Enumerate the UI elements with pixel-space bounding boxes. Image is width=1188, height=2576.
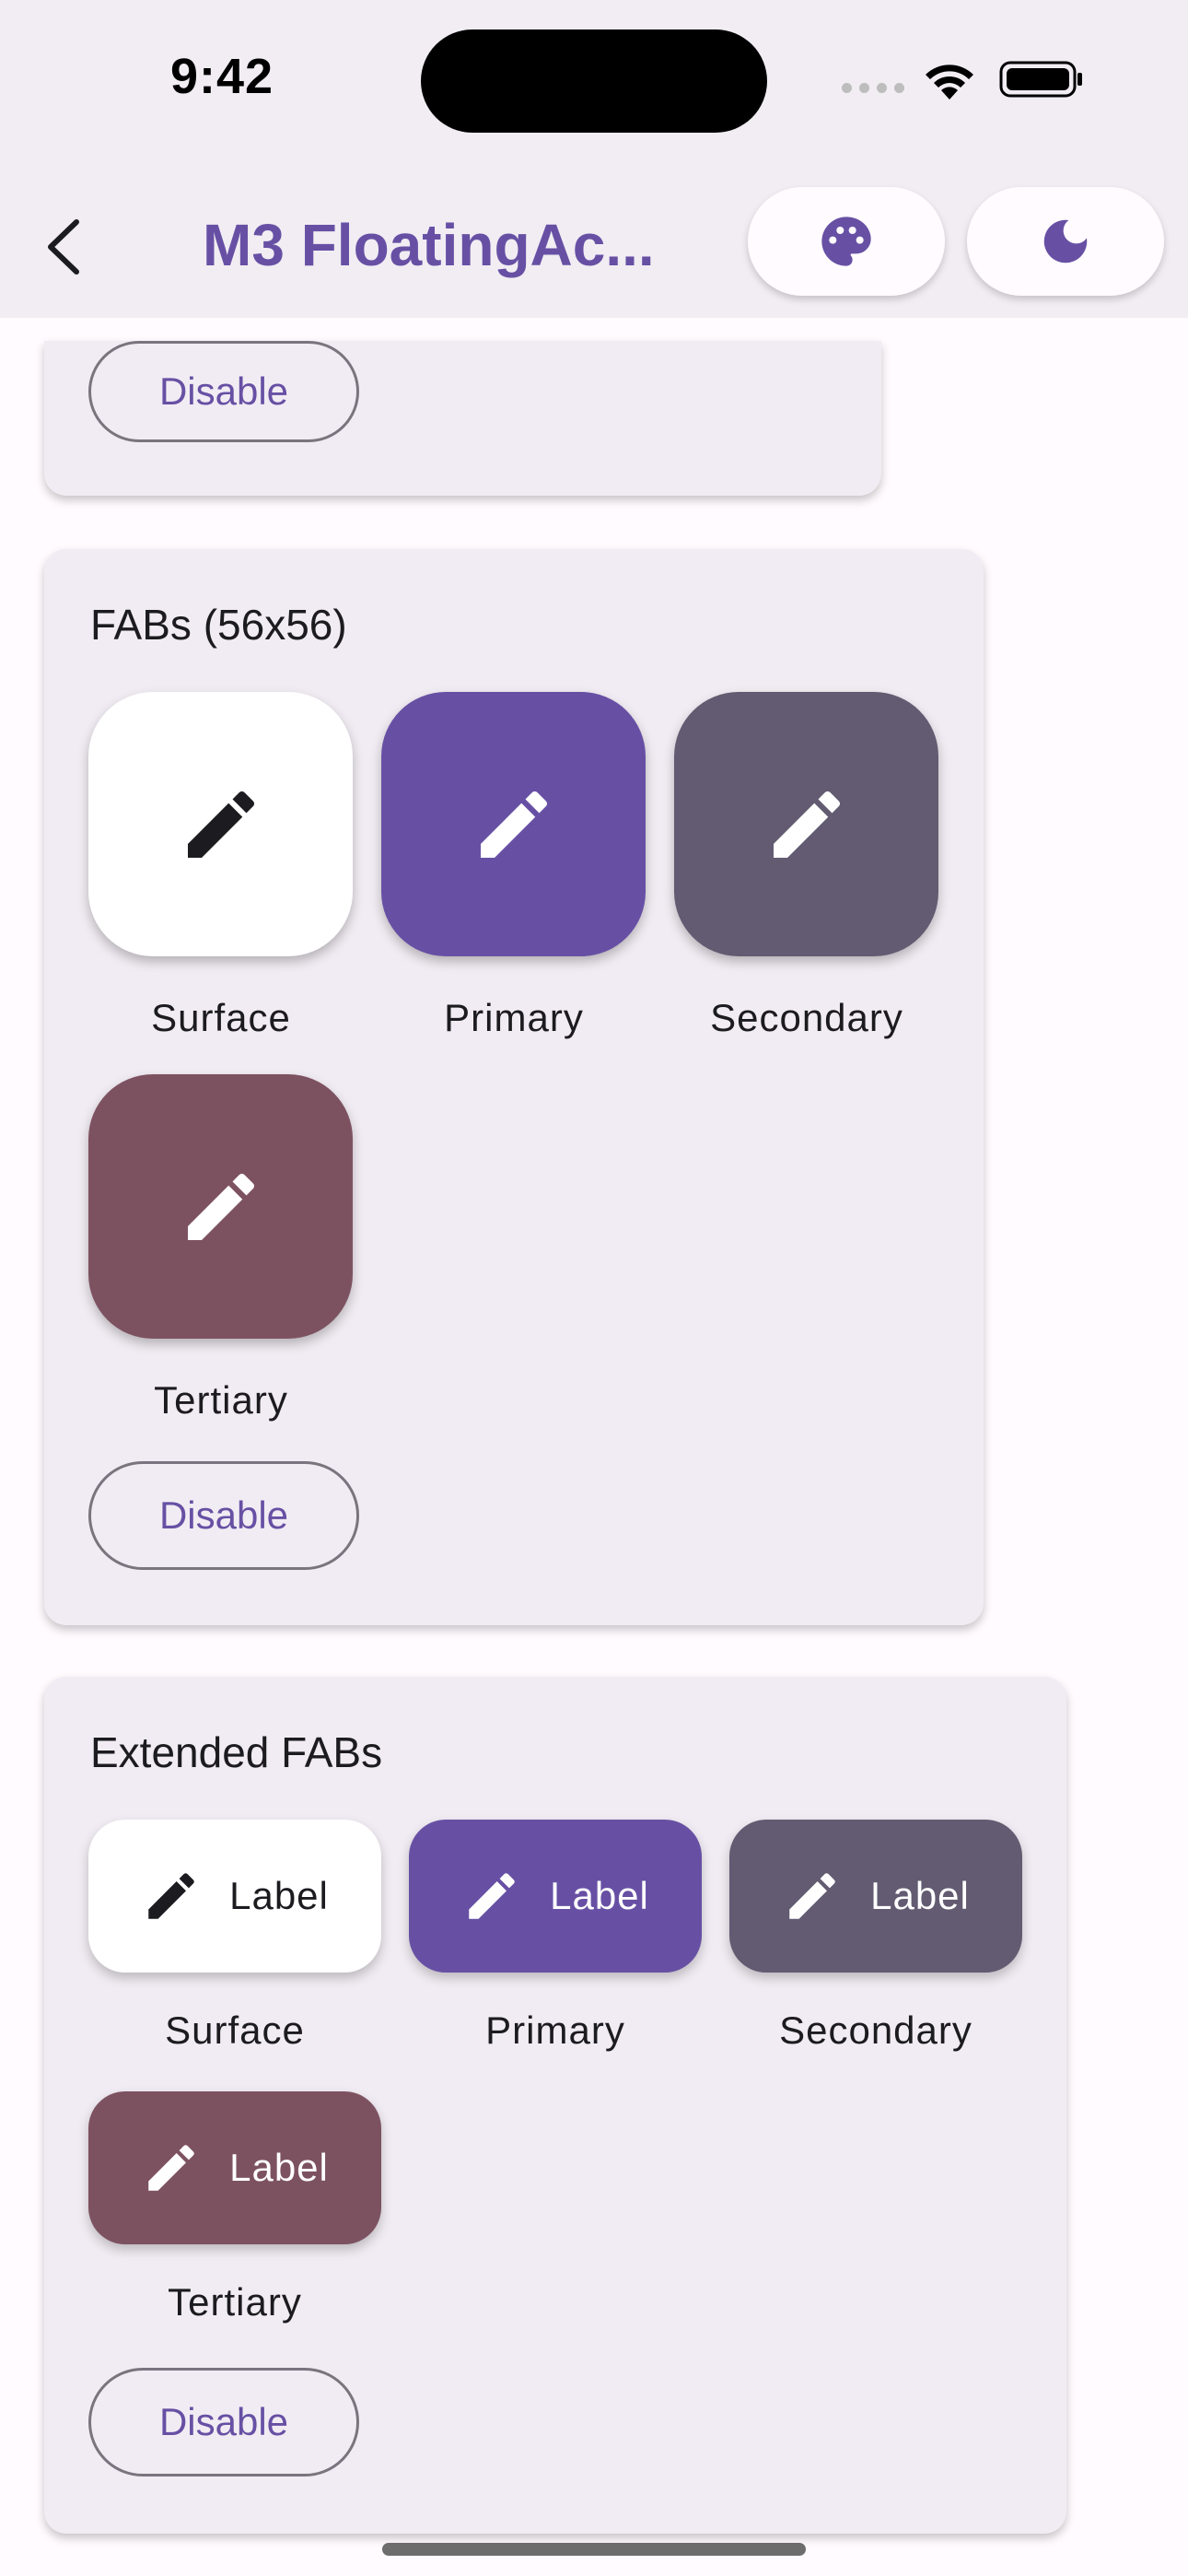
pencil-icon: [480, 790, 547, 858]
status-bar: 9:42: [0, 0, 1188, 175]
fab-label-secondary: Secondary: [710, 996, 903, 1039]
wifi-icon: [926, 64, 973, 100]
extended-fab-text: Label: [870, 1874, 970, 1917]
status-time: 9:42: [170, 49, 274, 104]
extended-fab-secondary[interactable]: Label: [729, 1820, 1022, 1973]
extended-caption-tertiary: Tertiary: [168, 2280, 302, 2324]
extended-caption-primary: Primary: [485, 2008, 625, 2052]
fab-primary[interactable]: [381, 692, 646, 956]
dynamic-island: [421, 29, 767, 133]
palette-icon: [821, 217, 871, 266]
fab-surface[interactable]: [88, 692, 353, 956]
fab-tertiary[interactable]: [88, 1074, 353, 1339]
signal-dots-icon: [842, 83, 906, 93]
pencil-icon: [773, 790, 840, 858]
home-indicator: [382, 2543, 806, 2556]
moon-icon: [1043, 219, 1088, 263]
extended-card-title: Extended FABs: [90, 1728, 383, 1776]
back-arrow-icon: [48, 219, 79, 275]
previous-disable-button[interactable]: Disable: [88, 341, 359, 442]
pencil-icon: [469, 1873, 515, 1919]
fab-label-primary: Primary: [444, 996, 584, 1039]
fab-card: FABs (56x56) Surface Primary Secondary T…: [44, 549, 984, 1625]
pencil-icon: [148, 1873, 194, 1919]
pencil-icon: [187, 1173, 254, 1240]
fab-label-tertiary: Tertiary: [154, 1378, 288, 1422]
extended-fab-tertiary[interactable]: Label: [88, 2091, 381, 2244]
extended-fab-text: Label: [550, 1874, 649, 1917]
pencil-icon: [148, 2145, 194, 2191]
extended-caption-surface: Surface: [165, 2008, 305, 2052]
extended-fab-card: Extended FABs Label Surface Label Primar…: [44, 1677, 1066, 2534]
back-button[interactable]: [28, 210, 101, 284]
fab-disable-button[interactable]: Disable: [88, 1461, 359, 1570]
extended-caption-secondary: Secondary: [779, 2008, 973, 2052]
fab-secondary[interactable]: [674, 692, 938, 956]
extended-fab-text: Label: [229, 2146, 329, 2189]
fab-label-surface: Surface: [151, 996, 291, 1039]
extended-disable-button[interactable]: Disable: [88, 2368, 359, 2476]
app-bar: M3 FloatingAc...: [0, 175, 1188, 318]
page-title: M3 FloatingAc...: [203, 212, 655, 278]
fab-card-title: FABs (56x56): [90, 601, 347, 649]
battery-icon: [999, 61, 1082, 98]
extended-fab-text: Label: [229, 1874, 329, 1917]
extended-fab-primary[interactable]: Label: [409, 1820, 702, 1973]
theme-button[interactable]: [748, 187, 945, 296]
dark-mode-button[interactable]: [967, 187, 1164, 296]
pencil-icon: [187, 790, 254, 858]
previous-card: Disable: [44, 341, 881, 496]
pencil-icon: [789, 1873, 835, 1919]
extended-fab-surface[interactable]: Label: [88, 1820, 381, 1973]
